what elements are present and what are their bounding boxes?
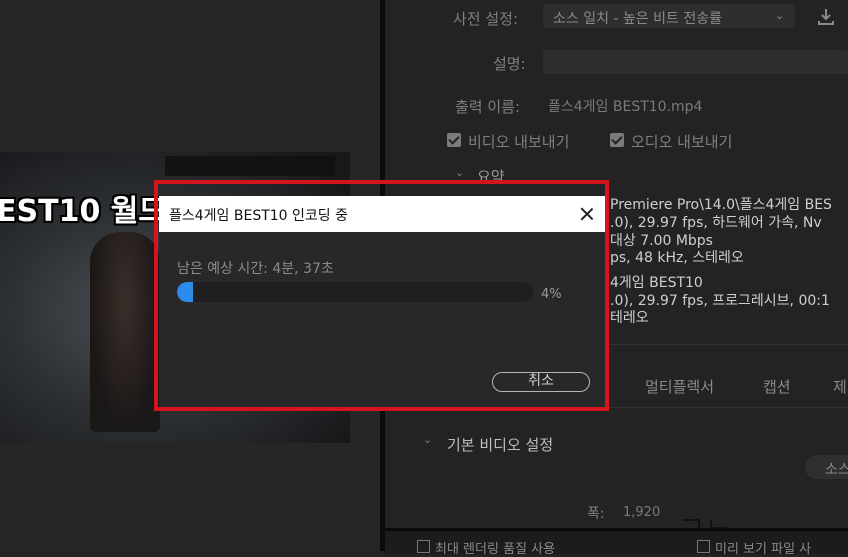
section-divider: [610, 344, 848, 345]
summary-chevron-icon[interactable]: ⌄: [455, 166, 464, 179]
width-label: 폭:: [587, 506, 605, 522]
preset-select[interactable]: 소스 일치 - 높은 비트 전송률 ⌄: [543, 4, 795, 28]
tab-multiplexer[interactable]: 멀티플렉서: [645, 376, 714, 397]
download-preset-icon[interactable]: [817, 8, 835, 26]
use-previews-checkbox[interactable]: [697, 540, 710, 553]
tab-publish[interactable]: 제: [833, 376, 847, 397]
preview-character: [90, 232, 160, 432]
summary-line: .0), 29.97 fps, 하드웨어 가속, Nv: [610, 215, 822, 231]
highlight-frame: [154, 180, 609, 411]
export-audio-checkbox[interactable]: [610, 133, 624, 147]
preset-value: 소스 일치 - 높은 비트 전송률: [553, 11, 722, 27]
export-video-label: 비디오 내보내기: [468, 133, 570, 151]
chevron-down-icon: ⌄: [775, 9, 785, 22]
preview-title-text: EST10 월드: [0, 194, 166, 229]
output-name-label: 출력 이름:: [455, 98, 521, 116]
use-previews-label: 미리 보기 파일 사: [715, 542, 812, 557]
preset-label: 사전 설정:: [453, 10, 519, 28]
summary-line: 4게임 BEST10: [610, 275, 703, 291]
match-source-button[interactable]: 소스: [805, 455, 848, 479]
preview-game-hud: [165, 156, 335, 176]
output-name-link[interactable]: 플스4게임 BEST10.mp4: [548, 96, 702, 116]
max-render-quality-checkbox[interactable]: [417, 540, 430, 553]
summary-line: Premiere Pro\14.0\플스4게임 BES: [610, 197, 832, 213]
render-options-bar: 최대 렌더링 품질 사용 미리 보기 파일 사: [385, 528, 848, 557]
tab-captions[interactable]: 캡션: [763, 376, 791, 397]
max-render-quality-label: 최대 렌더링 품질 사용: [435, 542, 556, 557]
basic-video-chevron-icon[interactable]: ⌄: [423, 433, 432, 446]
summary-line: 테레오: [610, 310, 649, 326]
basic-video-settings-label: 기본 비디오 설정: [447, 436, 554, 454]
summary-line: ps, 48 kHz, 스테레오: [610, 250, 744, 266]
match-source-label: 소스: [825, 462, 848, 478]
export-audio-label: 오디오 내보내기: [631, 133, 733, 151]
comment-label: 설명:: [493, 55, 526, 73]
export-video-checkbox[interactable]: [447, 133, 461, 147]
width-value[interactable]: 1,920: [623, 505, 660, 520]
comment-input[interactable]: [543, 50, 848, 74]
